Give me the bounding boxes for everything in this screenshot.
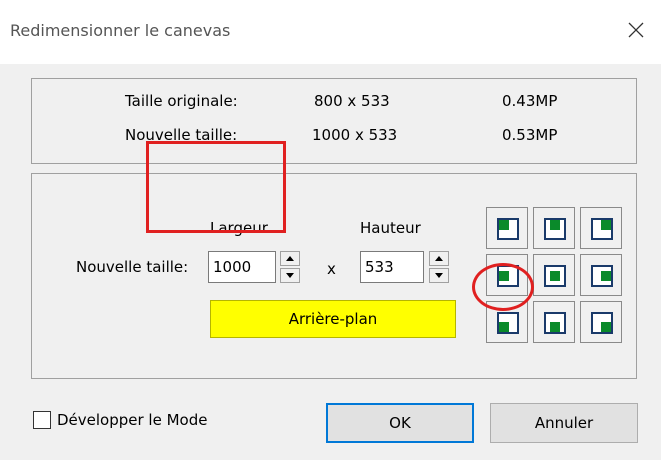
new-size-value: 1000 x 533 bbox=[312, 126, 398, 144]
anchor-top-left[interactable] bbox=[486, 207, 528, 249]
height-decrement-button[interactable] bbox=[429, 268, 449, 283]
window-title: Redimensionner le canevas bbox=[10, 21, 231, 40]
original-size-value: 800 x 533 bbox=[314, 92, 390, 110]
anchor-dot-icon bbox=[499, 220, 509, 230]
width-label: Largeur bbox=[210, 219, 268, 237]
width-input[interactable]: 1000 bbox=[208, 251, 276, 283]
close-icon[interactable] bbox=[624, 18, 648, 42]
anchor-top-right[interactable] bbox=[580, 207, 622, 249]
original-megapixels: 0.43MP bbox=[502, 92, 558, 110]
anchor-bottom-left[interactable] bbox=[486, 301, 528, 343]
anchor-bottom-right[interactable] bbox=[580, 301, 622, 343]
new-size-field-label: Nouvelle taille: bbox=[76, 258, 189, 276]
anchor-frame-icon bbox=[497, 265, 519, 287]
anchor-top-center[interactable] bbox=[533, 207, 575, 249]
title-bar: Redimensionner le canevas bbox=[0, 0, 661, 64]
anchor-frame-icon bbox=[591, 312, 613, 334]
anchor-dot-icon bbox=[550, 220, 560, 230]
anchor-dot-icon bbox=[601, 322, 611, 332]
height-input[interactable]: 533 bbox=[360, 251, 424, 283]
anchor-dot-icon bbox=[499, 271, 509, 281]
arrow-down-icon bbox=[286, 273, 294, 278]
width-stepper[interactable] bbox=[280, 251, 300, 283]
new-megapixels: 0.53MP bbox=[502, 126, 558, 144]
original-size-label: Taille originale: bbox=[125, 92, 238, 110]
anchor-center[interactable] bbox=[533, 254, 575, 296]
arrow-down-icon bbox=[435, 273, 443, 278]
anchor-dot-icon bbox=[550, 271, 560, 281]
background-color-button[interactable]: Arrière-plan bbox=[210, 300, 456, 338]
anchor-dot-icon bbox=[499, 322, 509, 332]
dialog-body: Taille originale: 800 x 533 0.43MP Nouve… bbox=[0, 64, 661, 460]
resize-panel: Largeur Hauteur Nouvelle taille: 1000 x … bbox=[31, 173, 637, 379]
width-increment-button[interactable] bbox=[280, 251, 300, 266]
anchor-grid bbox=[486, 207, 622, 343]
anchor-frame-icon bbox=[497, 312, 519, 334]
anchor-frame-icon bbox=[544, 218, 566, 240]
new-size-label: Nouvelle taille: bbox=[125, 126, 238, 144]
anchor-frame-icon bbox=[544, 312, 566, 334]
anchor-frame-icon bbox=[591, 265, 613, 287]
anchor-dot-icon bbox=[601, 271, 611, 281]
anchor-bottom-center[interactable] bbox=[533, 301, 575, 343]
ok-button[interactable]: OK bbox=[326, 403, 474, 443]
arrow-up-icon bbox=[435, 256, 443, 261]
anchor-dot-icon bbox=[601, 220, 611, 230]
height-increment-button[interactable] bbox=[429, 251, 449, 266]
anchor-frame-icon bbox=[544, 265, 566, 287]
anchor-middle-left[interactable] bbox=[486, 254, 528, 296]
anchor-frame-icon bbox=[497, 218, 519, 240]
expand-mode-checkbox[interactable] bbox=[33, 411, 51, 429]
anchor-dot-icon bbox=[550, 322, 560, 332]
cancel-button[interactable]: Annuler bbox=[490, 403, 638, 443]
width-decrement-button[interactable] bbox=[280, 268, 300, 283]
height-stepper[interactable] bbox=[429, 251, 449, 283]
size-info-panel: Taille originale: 800 x 533 0.43MP Nouve… bbox=[31, 78, 637, 164]
anchor-middle-right[interactable] bbox=[580, 254, 622, 296]
height-label: Hauteur bbox=[360, 219, 421, 237]
expand-mode-label: Développer le Mode bbox=[57, 411, 208, 429]
dimension-separator: x bbox=[327, 260, 336, 278]
anchor-frame-icon bbox=[591, 218, 613, 240]
arrow-up-icon bbox=[286, 256, 294, 261]
